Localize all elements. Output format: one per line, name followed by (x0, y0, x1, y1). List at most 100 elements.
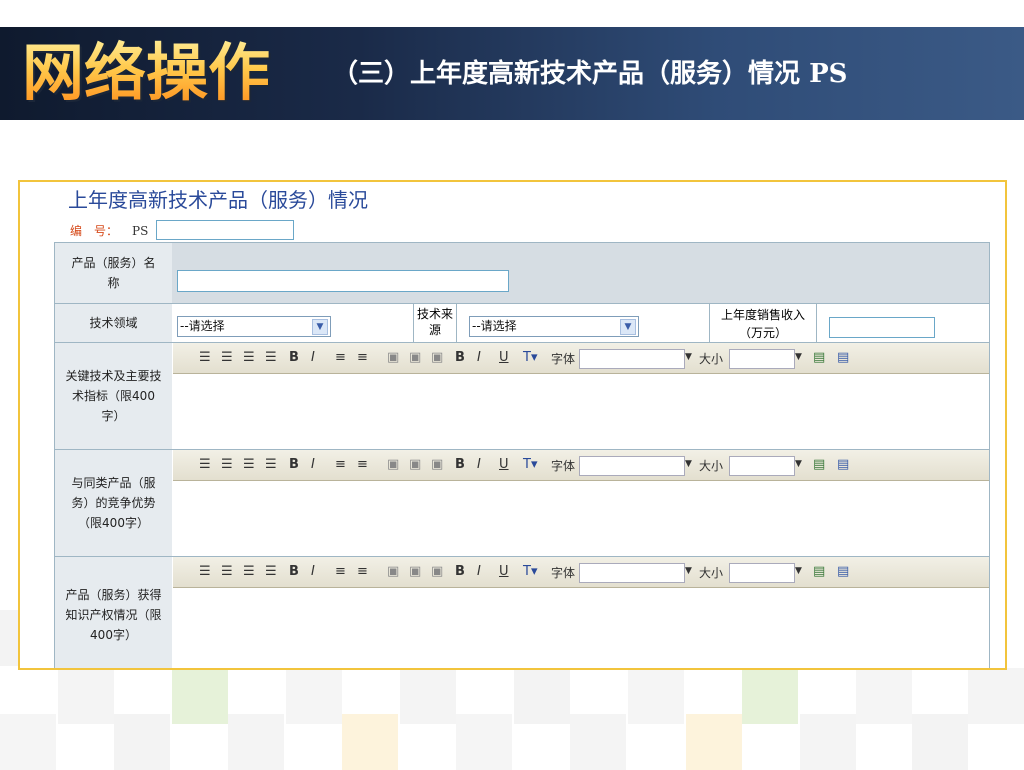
form-title: 上年度高新技术产品（服务）情况 (68, 188, 368, 212)
align-center-icon[interactable]: ☰ (221, 457, 233, 472)
row-product-name: 产品（服务）名称 (55, 243, 989, 304)
underline-button[interactable]: U (499, 350, 509, 365)
bold-button-2[interactable]: B (455, 457, 465, 472)
font-select[interactable] (579, 456, 685, 476)
italic-button[interactable]: I (311, 457, 315, 472)
bold-button-2[interactable]: B (455, 350, 465, 365)
sales-input[interactable] (829, 317, 935, 338)
editor-area-key-tech[interactable] (173, 374, 989, 449)
paste-text-icon[interactable]: ▣ (409, 457, 421, 472)
paste-word-icon[interactable]: ▣ (431, 564, 443, 579)
source-icon[interactable]: ▤ (837, 564, 849, 579)
image-icon[interactable]: ▤ (813, 457, 825, 472)
tech-field-select[interactable]: --请选择 ▼ (177, 316, 331, 337)
source-icon[interactable]: ▤ (837, 457, 849, 472)
chevron-down-icon[interactable]: ▼ (685, 352, 692, 362)
underline-button[interactable]: U (499, 564, 509, 579)
italic-button-2[interactable]: I (477, 564, 481, 579)
label-product-name: 产品（服务）名称 (55, 243, 172, 303)
paste-text-icon[interactable]: ▣ (409, 350, 421, 365)
ordered-list-icon[interactable]: ≡ (335, 564, 346, 579)
align-center-icon[interactable]: ☰ (221, 564, 233, 579)
size-label: 大小 (699, 352, 724, 366)
paste-word-icon[interactable]: ▣ (431, 350, 443, 365)
label-product-name-text: 产品（服务）名称 (71, 256, 156, 290)
unordered-list-icon[interactable]: ≡ (357, 350, 368, 365)
italic-button-2[interactable]: I (477, 457, 481, 472)
tech-field-select-value: --请选择 (180, 319, 225, 333)
editor-area-advantage[interactable] (173, 481, 989, 556)
italic-button[interactable]: I (311, 350, 315, 365)
ordered-list-icon[interactable]: ≡ (335, 457, 346, 472)
align-left-icon[interactable]: ☰ (199, 350, 211, 365)
paste-icon[interactable]: ▣ (387, 350, 399, 365)
tech-source-select[interactable]: --请选择 ▼ (469, 316, 639, 337)
label-ip-text: 产品（服务）获得知识产权情况（限400字） (65, 588, 162, 642)
label-tech-field-text: 技术领域 (89, 316, 138, 330)
bold-button-2[interactable]: B (455, 564, 465, 579)
text-color-icon[interactable]: T▾ (523, 564, 537, 579)
align-left-icon[interactable]: ☰ (199, 457, 211, 472)
justify-icon[interactable]: ☰ (265, 457, 277, 472)
form-screenshot: 上年度高新技术产品（服务）情况 编 号： PS 产品（服务）名称 技术领域 --… (18, 180, 1007, 670)
align-right-icon[interactable]: ☰ (243, 564, 255, 579)
chevron-down-icon[interactable]: ▼ (795, 566, 802, 576)
banner-logo: 网络操作 (22, 34, 270, 112)
tile (456, 714, 512, 770)
underline-button[interactable]: U (499, 457, 509, 472)
bold-button[interactable]: B (289, 350, 299, 365)
product-name-input[interactable] (177, 270, 509, 292)
align-right-icon[interactable]: ☰ (243, 457, 255, 472)
editor-toolbar: ☰ ☰ ☰ ☰ B I ≡ ≡ ▣ ▣ ▣ B I U T▾ 字体 ▼ 大小 ▼… (173, 557, 989, 588)
banner-title: （三）上年度高新技术产品（服务）情况 PS (332, 57, 847, 91)
align-right-icon[interactable]: ☰ (243, 350, 255, 365)
align-center-icon[interactable]: ☰ (221, 350, 233, 365)
font-label: 字体 (551, 352, 576, 366)
font-select[interactable] (579, 563, 685, 583)
italic-button[interactable]: I (311, 564, 315, 579)
content-tech-field: --请选择 ▼ 技术来源 --请选择 ▼ 上年度销售收入（万元） (173, 304, 989, 342)
size-select[interactable] (729, 349, 795, 369)
justify-icon[interactable]: ☰ (265, 564, 277, 579)
font-select[interactable] (579, 349, 685, 369)
size-select[interactable] (729, 456, 795, 476)
chevron-down-icon: ▼ (312, 319, 328, 335)
label-tech-field: 技术领域 (55, 304, 172, 342)
size-label: 大小 (699, 459, 724, 473)
paste-word-icon[interactable]: ▣ (431, 457, 443, 472)
paste-icon[interactable]: ▣ (387, 564, 399, 579)
header-banner: 网络操作 （三）上年度高新技术产品（服务）情况 PS (0, 27, 1024, 120)
label-sales: 上年度销售收入（万元） (709, 304, 817, 342)
chevron-down-icon[interactable]: ▼ (685, 566, 692, 576)
content-product-name (173, 243, 989, 303)
paste-icon[interactable]: ▣ (387, 457, 399, 472)
tile (742, 668, 798, 724)
text-color-icon[interactable]: T▾ (523, 457, 537, 472)
italic-button-2[interactable]: I (477, 350, 481, 365)
bold-button[interactable]: B (289, 457, 299, 472)
editor-area-ip[interactable] (173, 588, 989, 668)
tile (570, 714, 626, 770)
text-color-icon[interactable]: T▾ (523, 350, 537, 365)
row-ip: 产品（服务）获得知识产权情况（限400字） ☰ ☰ ☰ ☰ B I ≡ ≡ ▣ … (55, 557, 989, 668)
justify-icon[interactable]: ☰ (265, 350, 277, 365)
tech-source-select-value: --请选择 (472, 319, 517, 333)
unordered-list-icon[interactable]: ≡ (357, 457, 368, 472)
chevron-down-icon[interactable]: ▼ (685, 459, 692, 469)
editor-toolbar: ☰ ☰ ☰ ☰ B I ≡ ≡ ▣ ▣ ▣ B I U T▾ 字体 ▼ 大小 ▼… (173, 450, 989, 481)
size-select[interactable] (729, 563, 795, 583)
image-icon[interactable]: ▤ (813, 350, 825, 365)
code-input[interactable] (156, 220, 294, 240)
chevron-down-icon[interactable]: ▼ (795, 459, 802, 469)
source-icon[interactable]: ▤ (837, 350, 849, 365)
banner-title-suffix: PS (809, 59, 848, 89)
bold-button[interactable]: B (289, 564, 299, 579)
paste-text-icon[interactable]: ▣ (409, 564, 421, 579)
tile (228, 714, 284, 770)
unordered-list-icon[interactable]: ≡ (357, 564, 368, 579)
align-left-icon[interactable]: ☰ (199, 564, 211, 579)
label-sales-text: 上年度销售收入（万元） (720, 308, 805, 340)
image-icon[interactable]: ▤ (813, 564, 825, 579)
ordered-list-icon[interactable]: ≡ (335, 350, 346, 365)
chevron-down-icon[interactable]: ▼ (795, 352, 802, 362)
